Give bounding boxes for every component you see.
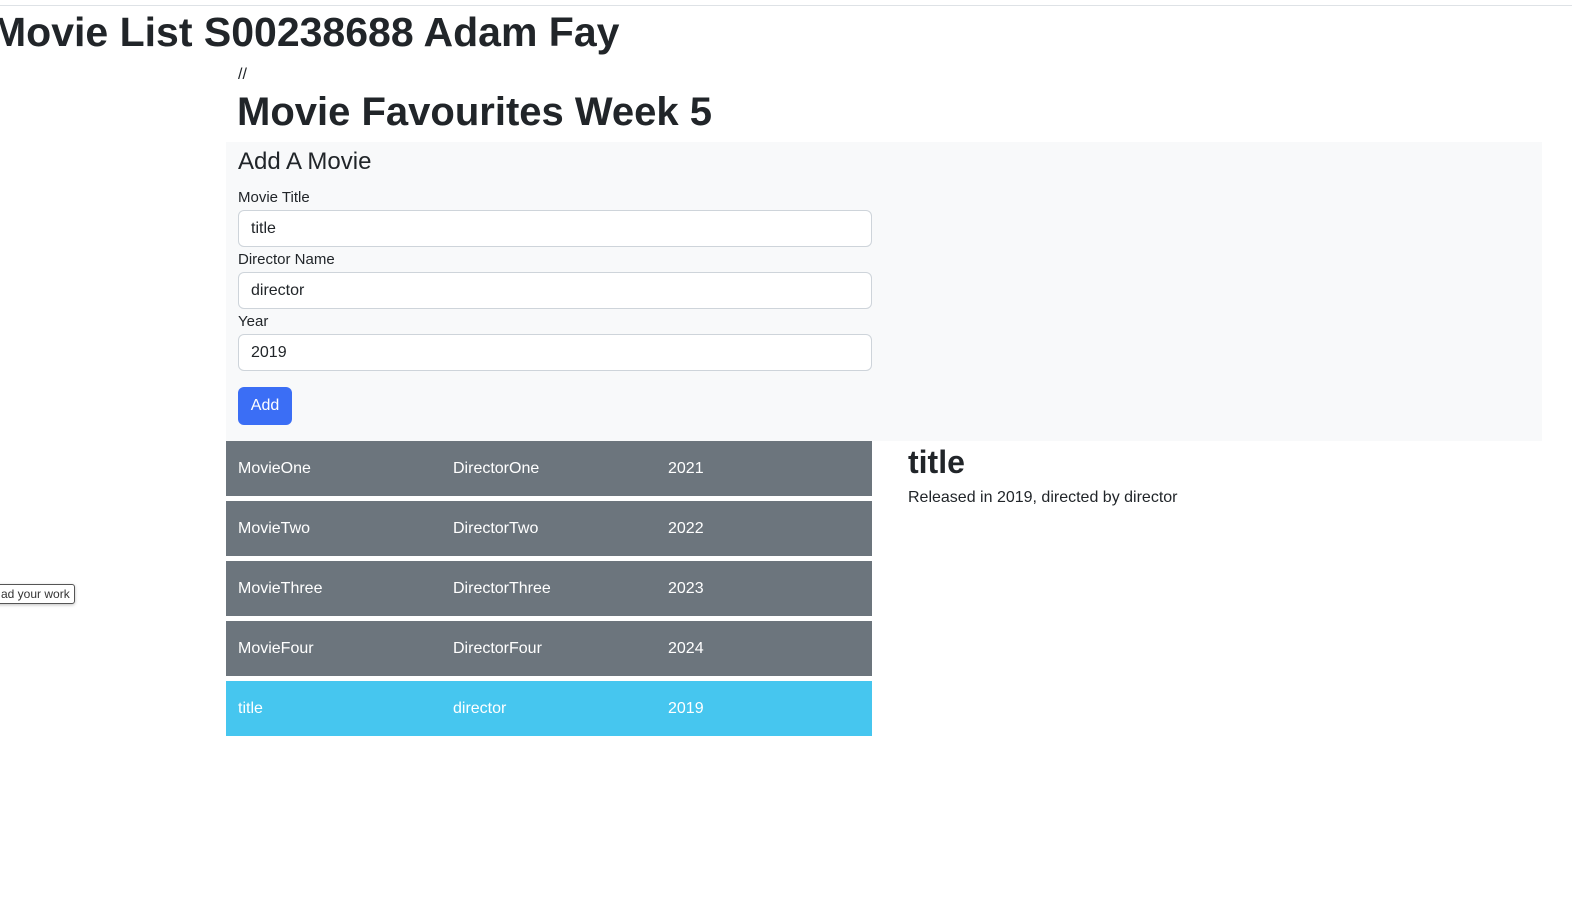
year-label: Year — [238, 313, 269, 330]
detail-title: title — [908, 444, 965, 480]
movie-title-cell: title — [238, 700, 263, 717]
tooltip: ad your work — [0, 584, 75, 604]
form-heading: Add A Movie — [238, 148, 372, 175]
movie-row[interactable]: MovieTwo DirectorTwo 2022 — [226, 501, 872, 556]
movie-director-cell: DirectorOne — [453, 460, 540, 477]
movie-year-cell: 2024 — [668, 640, 704, 657]
detail-description: Released in 2019, directed by director — [908, 489, 1178, 506]
movie-title-cell: MovieOne — [238, 460, 311, 477]
movie-year-cell: 2021 — [668, 460, 704, 477]
movie-row-selected[interactable]: title director 2019 — [226, 681, 872, 736]
movie-year-cell: 2022 — [668, 520, 704, 537]
movie-director-cell: DirectorThree — [453, 580, 551, 597]
page-title: Movie List S00238688 Adam Fay — [0, 9, 620, 55]
movie-row[interactable]: MovieThree DirectorThree 2023 — [226, 561, 872, 616]
movie-director-cell: DirectorTwo — [453, 520, 539, 537]
movie-director-cell: DirectorFour — [453, 640, 542, 657]
movie-title-cell: MovieTwo — [238, 520, 311, 537]
add-button[interactable]: Add — [238, 387, 292, 425]
movie-row[interactable]: MovieOne DirectorOne 2021 — [226, 441, 872, 496]
year-input[interactable] — [238, 334, 872, 371]
movie-title-cell: MovieFour — [238, 640, 314, 657]
movie-year-cell: 2023 — [668, 580, 704, 597]
director-name-input[interactable] — [238, 272, 872, 309]
movie-title-cell: MovieThree — [238, 580, 323, 597]
comment-text: // — [238, 66, 247, 83]
movie-row[interactable]: MovieFour DirectorFour 2024 — [226, 621, 872, 676]
director-name-label: Director Name — [238, 251, 335, 268]
movie-title-input[interactable] — [238, 210, 872, 247]
add-movie-form: Add A Movie Movie Title Director Name Ye… — [226, 142, 1542, 441]
movie-detail: title Released in 2019, directed by dire… — [908, 443, 1178, 509]
app-title: Movie Favourites Week 5 — [237, 90, 712, 134]
movie-director-cell: director — [453, 700, 507, 717]
movie-title-label: Movie Title — [238, 189, 310, 206]
movie-year-cell: 2019 — [668, 700, 704, 717]
